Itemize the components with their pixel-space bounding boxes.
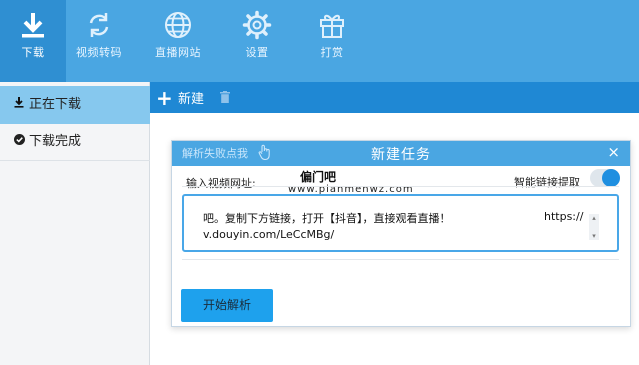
new-task-dialog: 解析失败点我 新建任务 × 输入视频网址: 偏门吧 www.pianmenwz.…: [171, 140, 631, 327]
divider: [182, 259, 619, 260]
sidebar-divider: [0, 160, 150, 161]
textarea-scrollbar[interactable]: ▴ ▾: [589, 214, 599, 240]
gear-icon: [242, 10, 272, 40]
convert-icon: [89, 13, 109, 37]
new-task-button[interactable]: + 新建: [156, 87, 204, 109]
toolbar-live-sites-label: 直播网站: [155, 46, 201, 59]
sidebar-item-downloading[interactable]: 正在下载: [0, 86, 150, 124]
action-bar: + 新建: [150, 82, 639, 113]
start-parse-button[interactable]: 开始解析: [181, 289, 273, 322]
scroll-down-icon[interactable]: ▾: [589, 232, 599, 240]
download-small-icon: [14, 86, 26, 124]
check-circle-icon: [14, 123, 26, 161]
url-text-line2: v.douyin.com/LeCcMBg/: [203, 228, 335, 241]
toolbar-download-label: 下载: [21, 46, 45, 59]
close-icon[interactable]: ×: [607, 143, 620, 161]
watermark-name: 偏门吧: [300, 170, 337, 184]
toolbar-live-sites-button[interactable]: 直播网站: [145, 0, 211, 82]
toolbar-settings-button[interactable]: 设置: [224, 0, 290, 82]
scroll-up-icon[interactable]: ▴: [589, 214, 599, 222]
toolbar-download-button[interactable]: 下载: [0, 0, 66, 82]
url-textarea[interactable]: 吧。复制下方链接，打开【抖音】，直接观看直播！ https:// v.douyi…: [182, 194, 619, 252]
plus-icon: +: [156, 86, 173, 110]
gift-icon: [320, 14, 344, 38]
url-text-right: https://: [544, 210, 584, 223]
globe-icon: [165, 12, 191, 38]
toolbar-donate-label: 打赏: [320, 46, 344, 59]
main-toolbar: 下载 视频转码 直播网站 设置 打赏: [0, 0, 639, 82]
toolbar-donate-button[interactable]: 打赏: [299, 0, 365, 82]
url-label: 输入视频网址:: [186, 177, 256, 190]
smart-extract-toggle[interactable]: [590, 169, 620, 187]
divider: [182, 186, 619, 187]
dialog-title: 新建任务: [371, 147, 431, 163]
smart-extract-label: 智能链接提取: [514, 176, 580, 189]
toggle-knob: [602, 169, 620, 187]
new-task-label: 新建: [178, 92, 205, 107]
sidebar-item-completed[interactable]: 下载完成: [0, 123, 150, 161]
download-icon: [22, 13, 44, 38]
sidebar-item-label: 正在下载: [29, 97, 82, 112]
trash-icon[interactable]: [220, 91, 230, 103]
sidebar-item-label: 下载完成: [29, 134, 82, 149]
sidebar: 正在下载 下载完成: [0, 82, 150, 365]
toolbar-convert-label: 视频转码: [76, 46, 122, 59]
url-text-line1: 吧。复制下方链接，打开【抖音】，直接观看直播！: [203, 212, 451, 225]
toolbar-convert-button[interactable]: 视频转码: [66, 0, 132, 82]
dialog-header: 解析失败点我 新建任务 ×: [172, 141, 630, 166]
toolbar-settings-label: 设置: [245, 46, 269, 59]
